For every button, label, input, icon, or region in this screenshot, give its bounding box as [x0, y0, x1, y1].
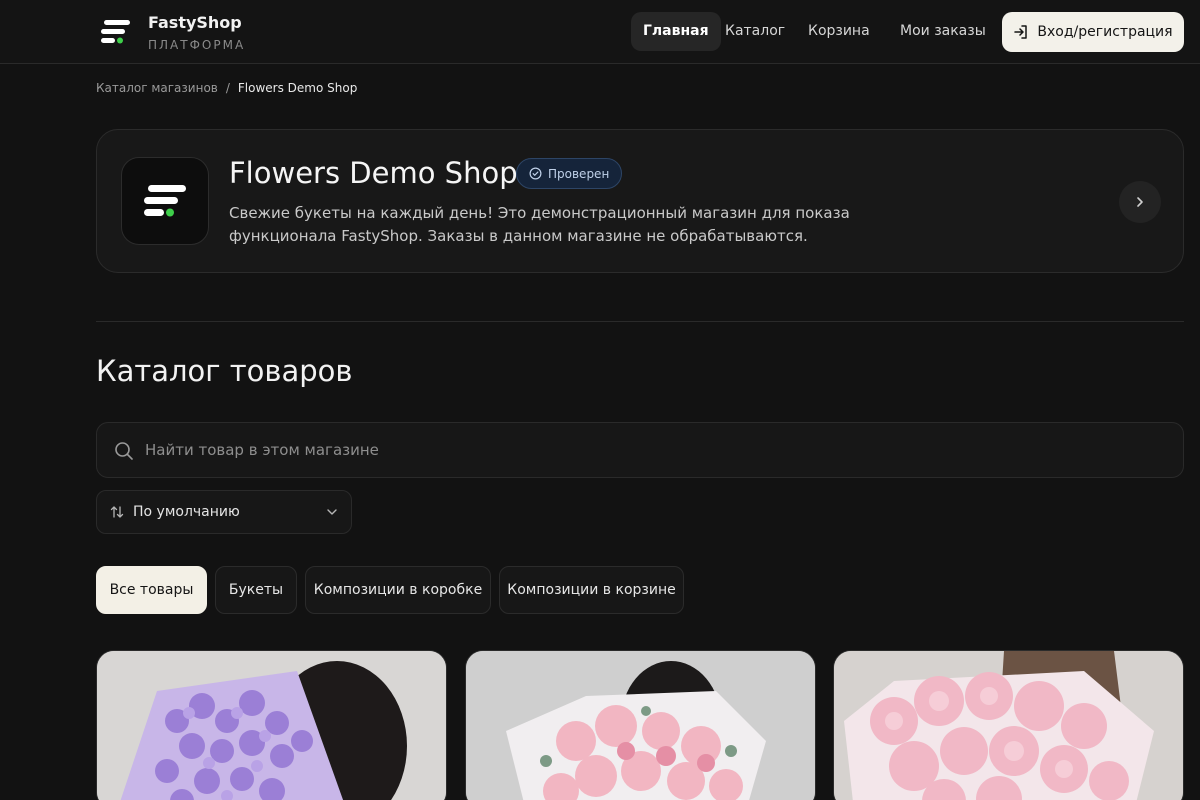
- catalog-title: Каталог товаров: [96, 354, 353, 388]
- chevron-down-icon: [327, 509, 337, 515]
- breadcrumb-current: Flowers Demo Shop: [237, 81, 358, 95]
- sort-icon: [110, 506, 124, 518]
- product-card[interactable]: [465, 650, 816, 800]
- search-input[interactable]: [145, 423, 1165, 477]
- login-register-button[interactable]: Вход/регистрация: [1002, 12, 1184, 52]
- nav-home[interactable]: Главная: [631, 12, 721, 51]
- verified-badge: Проверен: [516, 158, 623, 189]
- search-icon: [115, 442, 133, 460]
- breadcrumb-shop-catalog[interactable]: Каталог магазинов: [96, 81, 218, 95]
- shop-info-card[interactable]: Flowers Demo Shop Проверен Свежие букеты…: [96, 129, 1184, 273]
- verified-badge-label: Проверен: [548, 166, 610, 181]
- brand-subtitle: ПЛАТФОРМА: [148, 38, 246, 52]
- shop-details-button[interactable]: [1119, 181, 1161, 223]
- category-all-products[interactable]: Все товары: [96, 566, 207, 614]
- sort-select[interactable]: По умолчанию: [96, 490, 352, 534]
- login-register-label: Вход/регистрация: [1037, 24, 1173, 40]
- product-search-box[interactable]: [96, 422, 1184, 478]
- check-circle-icon: [529, 167, 542, 180]
- product-card[interactable]: [833, 650, 1184, 800]
- shop-logo-icon: [144, 185, 186, 217]
- shop-logo: [121, 157, 209, 245]
- shop-title: Flowers Demo Shop: [229, 156, 518, 190]
- nav-catalog[interactable]: Каталог: [713, 12, 797, 51]
- section-divider: [96, 321, 1184, 322]
- chevron-right-icon: [1137, 197, 1143, 207]
- category-box-compositions[interactable]: Композиции в коробке: [305, 566, 491, 614]
- product-image-lilac-bouquet: [97, 651, 446, 800]
- sign-in-icon: [1014, 25, 1028, 39]
- shop-description: Свежие букеты на каждый день! Это демонс…: [229, 204, 850, 245]
- fastyshop-logo[interactable]: [98, 14, 134, 50]
- nav-cart[interactable]: Корзина: [796, 12, 882, 51]
- product-image-pink-roses: [834, 651, 1183, 800]
- top-header: FastyShop ПЛАТФОРМА Главная Каталог Корз…: [0, 0, 1200, 64]
- category-basket-compositions[interactable]: Композиции в корзине: [499, 566, 684, 614]
- sort-label: По умолчанию: [133, 504, 240, 520]
- product-card[interactable]: [96, 650, 447, 800]
- breadcrumb-separator: /: [225, 81, 230, 95]
- breadcrumb: Каталог магазинов / Flowers Demo Shop: [96, 81, 357, 95]
- nav-my-orders[interactable]: Мои заказы: [888, 12, 998, 51]
- category-bouquets[interactable]: Букеты: [215, 566, 297, 614]
- brand-name[interactable]: FastyShop: [148, 13, 242, 32]
- product-image-pink-bouquet: [466, 651, 815, 800]
